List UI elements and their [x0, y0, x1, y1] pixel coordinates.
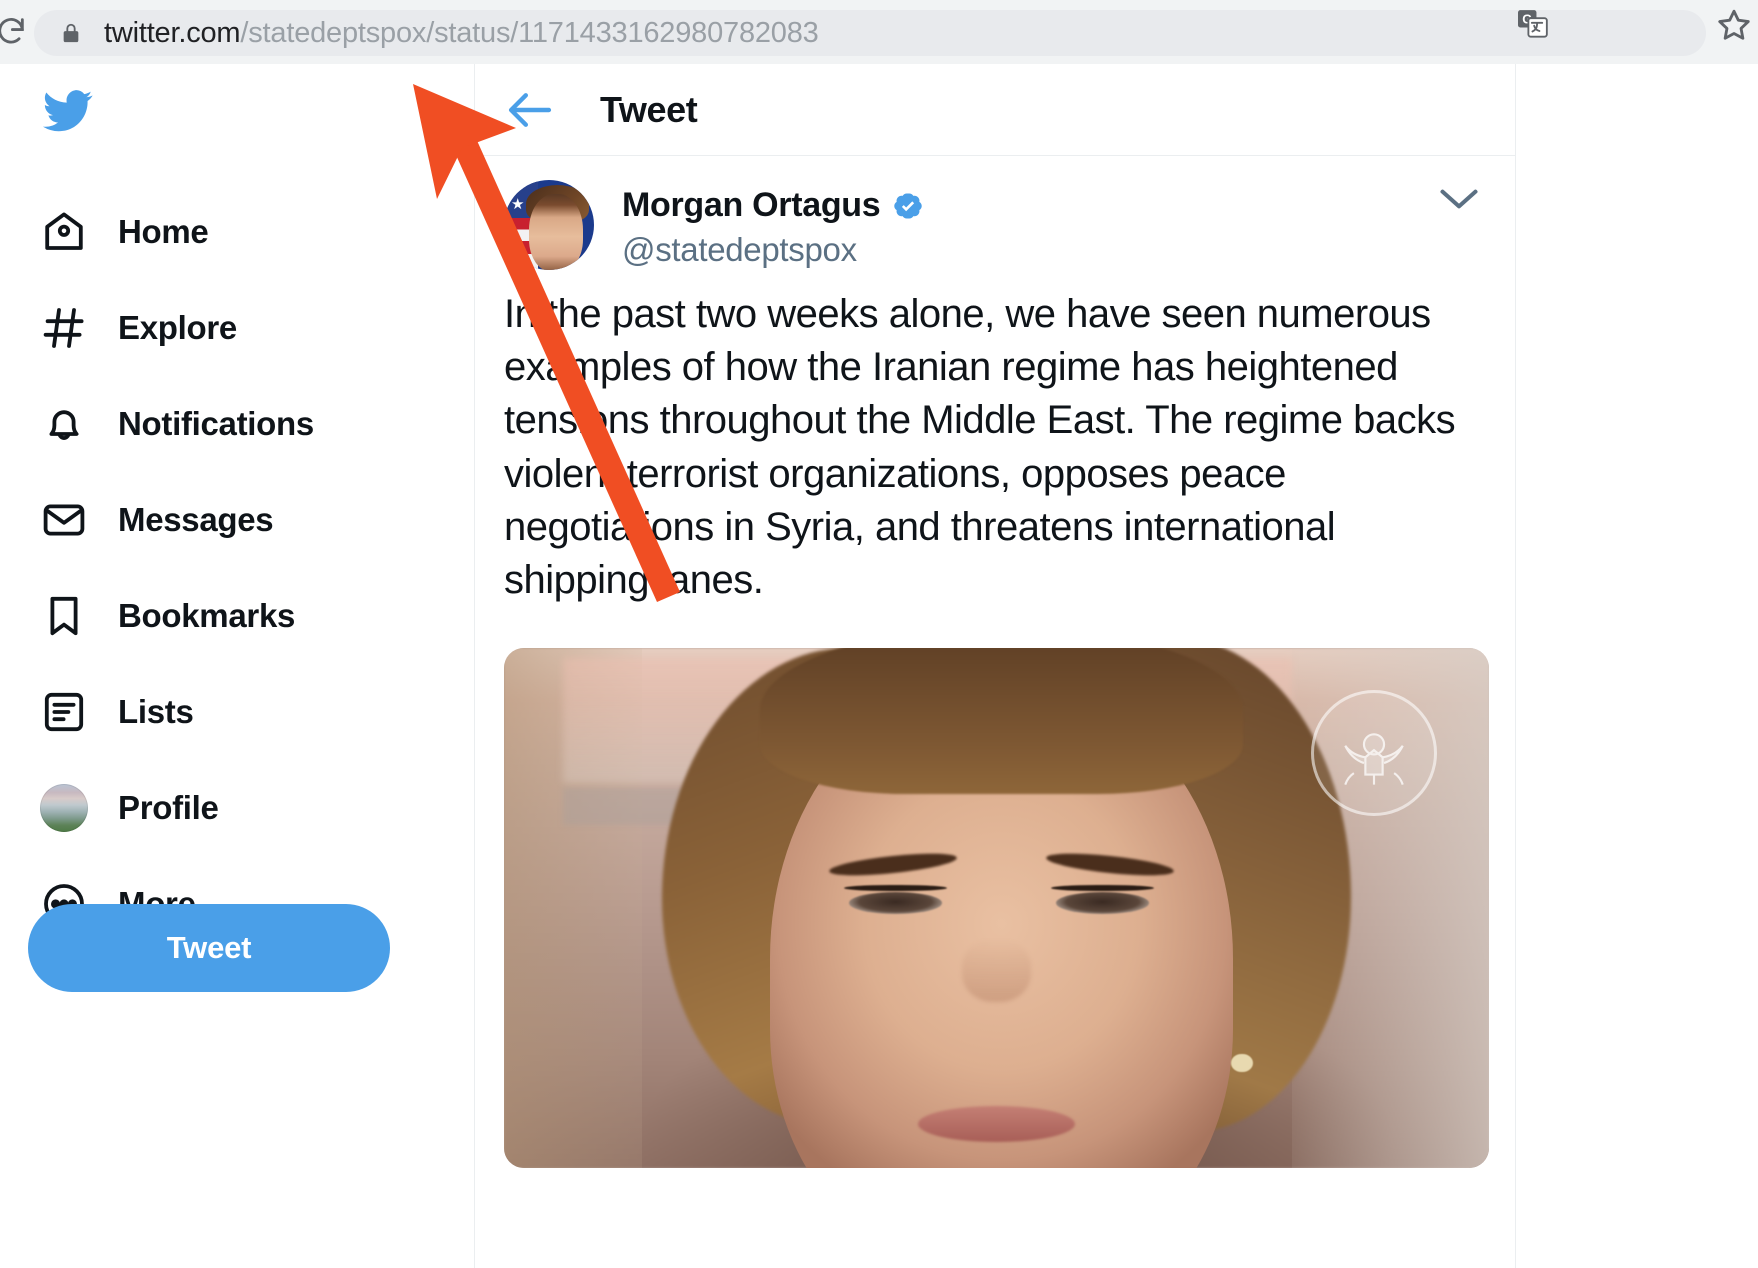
sidebar-item-label: Home [118, 213, 209, 250]
sidebar-nav: Home Explore Notifications Messages Book… [0, 64, 475, 1268]
bell-icon [38, 398, 90, 450]
home-icon [38, 206, 90, 258]
reload-icon[interactable] [0, 14, 28, 48]
sidebar-item-lists[interactable]: Lists [0, 664, 475, 760]
tweet-body-text: In the past two weeks alone, we have see… [504, 292, 1456, 602]
list-icon [38, 686, 90, 738]
url-path: /statedeptspox/status/117143316298078208… [240, 16, 819, 49]
sidebar-item-home[interactable]: Home [0, 184, 475, 280]
tweet-header-bar: Tweet [476, 64, 1515, 156]
compose-tweet-button[interactable]: Tweet [28, 904, 390, 992]
tweet-detail-panel: Tweet ★ Morgan Ortagus @statedeptspox In… [476, 64, 1516, 1268]
avatar[interactable]: ★ [504, 180, 594, 270]
sidebar-items: Home Explore Notifications Messages Book… [0, 184, 475, 952]
state-department-seal [1311, 690, 1437, 816]
sidebar-item-notifications[interactable]: Notifications [0, 376, 475, 472]
tweet-author-block: ★ Morgan Ortagus @statedeptspox [476, 156, 1515, 270]
chevron-down-icon[interactable] [1437, 184, 1481, 214]
back-arrow-icon[interactable] [504, 89, 556, 131]
sidebar-item-messages[interactable]: Messages [0, 472, 475, 568]
browser-toolbar: twitter.com/statedeptspox/status/1171433… [0, 0, 1758, 64]
url-text: twitter.com/statedeptspox/status/1171433… [104, 17, 819, 50]
bookmark-star-icon[interactable] [1716, 7, 1752, 43]
sidebar-item-profile[interactable]: Profile [0, 760, 475, 856]
envelope-icon [38, 494, 90, 546]
bookmark-icon [38, 590, 90, 642]
main-column: Tweet ★ Morgan Ortagus @statedeptspox In… [476, 64, 1758, 1268]
sidebar-item-bookmarks[interactable]: Bookmarks [0, 568, 475, 664]
url-domain: twitter.com [104, 16, 241, 49]
sidebar-item-label: Lists [118, 693, 194, 730]
address-bar[interactable]: twitter.com/statedeptspox/status/1171433… [34, 10, 1706, 56]
twitter-bird-logo[interactable] [38, 86, 98, 136]
author-handle: @statedeptspox [622, 231, 857, 268]
sidebar-item-label: Explore [118, 309, 237, 346]
avatar-thumbnail [38, 782, 90, 834]
author-name-block: Morgan Ortagus @statedeptspox [622, 180, 924, 269]
tweet-media-video[interactable] [504, 648, 1489, 1168]
author-display-name[interactable]: Morgan Ortagus [622, 186, 924, 225]
google-translate-icon[interactable]: G [1518, 10, 1548, 38]
sidebar-item-label: Profile [118, 789, 219, 826]
sidebar-item-explore[interactable]: Explore [0, 280, 475, 376]
lock-icon [63, 23, 79, 43]
hashtag-icon [38, 302, 90, 354]
twitter-page: Home Explore Notifications Messages Book… [0, 64, 1758, 1268]
page-title: Tweet [600, 88, 698, 130]
sidebar-item-label: Bookmarks [118, 597, 296, 634]
author-name-text: Morgan Ortagus [622, 186, 881, 224]
sidebar-item-label: Notifications [118, 405, 314, 442]
sidebar-item-label: Messages [118, 501, 274, 538]
verified-badge-icon [894, 192, 923, 219]
